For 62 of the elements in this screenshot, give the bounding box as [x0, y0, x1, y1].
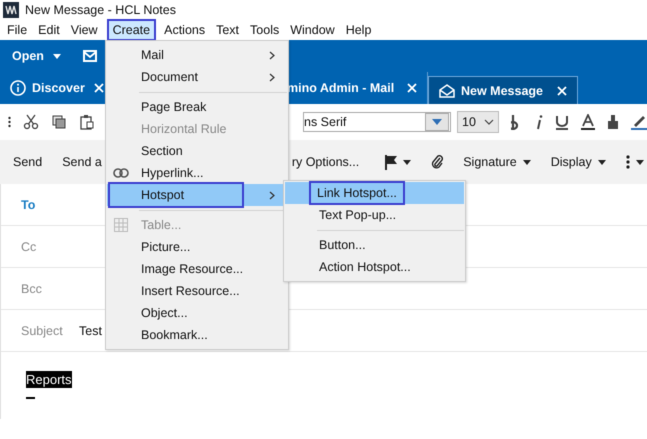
- menu-item[interactable]: File: [2, 20, 32, 40]
- pen-icon[interactable]: [631, 114, 647, 130]
- close-icon[interactable]: [557, 86, 567, 96]
- field-value[interactable]: Test: [79, 324, 102, 338]
- menu-item[interactable]: Edit: [33, 20, 65, 40]
- menu-item[interactable]: Window: [285, 20, 340, 40]
- grip-icon: [8, 116, 11, 128]
- menu-item[interactable]: Link Hotspot...: [285, 182, 464, 204]
- menu-item: Horizontal Rule: [140, 121, 228, 138]
- menu-item[interactable]: Actions: [159, 20, 210, 40]
- open-button[interactable]: Open: [12, 49, 61, 63]
- action-button[interactable]: Signature: [453, 151, 541, 173]
- menu-item[interactable]: Text: [211, 20, 244, 40]
- menu-item[interactable]: Text Pop-up...: [285, 204, 464, 226]
- link-icon: [113, 168, 129, 178]
- tab-label: New Message: [461, 84, 543, 98]
- menu-item[interactable]: Mail: [107, 44, 287, 66]
- field-label: Cc: [21, 240, 38, 254]
- menu-item[interactable]: Create: [108, 20, 156, 40]
- body-text[interactable]: Reports: [26, 371, 72, 388]
- window-title: New Message - HCL Notes: [25, 3, 176, 17]
- font-dropdown[interactable]: ns Serif: [303, 112, 451, 132]
- menu-item[interactable]: Object...: [107, 302, 287, 324]
- clipboard-icon[interactable]: [79, 114, 95, 130]
- info-icon: [10, 80, 26, 96]
- more-icon: [626, 155, 630, 169]
- menu-item[interactable]: Button...: [285, 234, 464, 256]
- action-button[interactable]: Send: [3, 151, 52, 173]
- menu-item[interactable]: Tools: [245, 20, 284, 40]
- tab-label: Discover: [32, 81, 85, 95]
- mail-icon[interactable]: [82, 50, 97, 62]
- menu-item[interactable]: Image Resource...: [107, 258, 287, 280]
- caret-icon: [52, 54, 61, 58]
- menu-item[interactable]: Insert Resource...: [107, 280, 287, 302]
- caret-icon: [432, 119, 442, 125]
- field-label: Subject: [21, 324, 64, 338]
- flag-icon: [385, 154, 398, 170]
- app-logo-icon: [3, 2, 19, 18]
- copy-icon[interactable]: [51, 114, 67, 130]
- italic-icon[interactable]: [535, 114, 543, 130]
- underline-icon[interactable]: [555, 114, 569, 130]
- brush-icon[interactable]: [607, 114, 619, 130]
- text-color-icon[interactable]: [581, 114, 595, 130]
- table-icon: [114, 218, 128, 232]
- menu-item[interactable]: Bookmark...: [107, 324, 287, 346]
- close-icon[interactable]: [94, 83, 104, 93]
- close-icon[interactable]: [407, 83, 417, 93]
- tab[interactable]: New Message: [428, 76, 578, 104]
- text-cursor: [26, 397, 35, 399]
- chevron-down-icon: [484, 119, 494, 125]
- font-size-dropdown[interactable]: 10: [457, 111, 499, 133]
- menu-item[interactable]: View: [66, 20, 103, 40]
- scissors-icon[interactable]: [23, 114, 39, 130]
- paperclip-icon: [431, 154, 444, 170]
- open-envelope-icon: [439, 84, 455, 98]
- menu-item[interactable]: Help: [340, 20, 376, 40]
- menu-item[interactable]: Action Hotspot...: [285, 256, 464, 278]
- menu-item[interactable]: Picture...: [107, 236, 287, 258]
- field-label[interactable]: To: [21, 198, 79, 212]
- menu-item: Table...: [107, 214, 287, 236]
- action-button[interactable]: Display: [540, 151, 616, 173]
- field-label: Bcc: [21, 282, 43, 296]
